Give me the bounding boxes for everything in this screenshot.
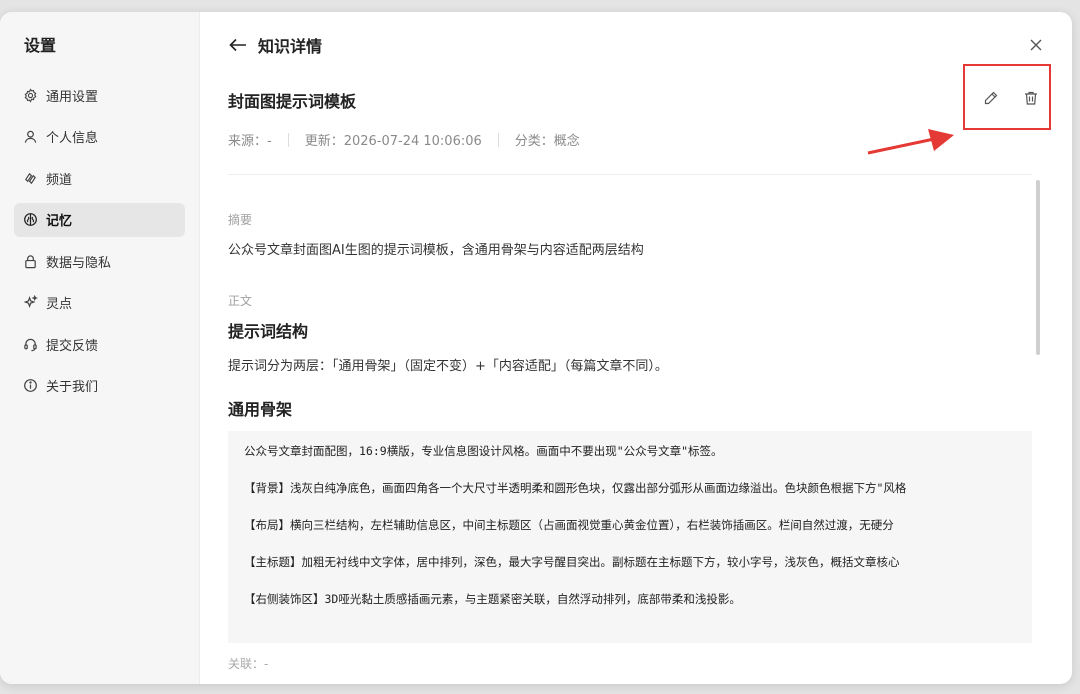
- code-line: 公众号文章封面配图，16:9横版，专业信息图设计风格。画面中不要出现"公众号文章…: [244, 444, 723, 458]
- heading-skeleton: 通用骨架: [228, 400, 293, 419]
- code-line: 【背景】浅灰白纯净底色，画面四角各一个大尺寸半透明柔和圆形色块，仅露出部分弧形从…: [244, 481, 907, 495]
- topbar: 知识详情: [228, 12, 1072, 78]
- pencil-icon: [984, 91, 998, 105]
- sidebar-item-privacy[interactable]: 数据与隐私: [14, 244, 185, 278]
- sidebar-item-general[interactable]: 通用设置: [14, 78, 185, 112]
- code-line: 【布局】横向三栏结构，左栏辅助信息区，中间主标题区（占画面视觉重心黄金位置），右…: [244, 518, 894, 532]
- heading-structure: 提示词结构: [228, 322, 309, 341]
- sidebar-item-memory[interactable]: 记忆: [14, 202, 185, 237]
- user-icon: [22, 129, 38, 145]
- edit-button[interactable]: [979, 86, 1003, 110]
- body-label: 正文: [228, 294, 253, 308]
- sidebar-item-channel[interactable]: 频道: [14, 161, 185, 195]
- structure-paragraph: 提示词分为两层：「通用骨架」（固定不变）+「内容适配」（每篇文章不同）。: [228, 359, 668, 374]
- meta-category: 分类：概念: [514, 134, 580, 149]
- trash-icon: [1025, 91, 1037, 105]
- related-field: 关联：-: [228, 657, 269, 671]
- doc-content: 摘要 公众号文章封面图AI生图的提示词模板，含通用骨架与内容适配两层结构 正文 …: [228, 175, 1032, 684]
- sidebar-item-about[interactable]: 关于我们: [14, 369, 185, 403]
- sidebar-item-sparks[interactable]: 灵点: [14, 286, 185, 320]
- info-icon: [22, 378, 38, 394]
- summary-label: 摘要: [228, 213, 253, 227]
- sidebar-item-label: 灵点: [46, 297, 73, 312]
- back-button[interactable]: [228, 35, 248, 55]
- arrow-left-icon: [229, 38, 246, 52]
- sparkle-icon: [22, 295, 38, 311]
- sidebar-item-label: 提交反馈: [46, 338, 99, 354]
- main-panel: 知识详情 封面图提示词模板 来源：- 更新：2026-07-24 10:06:0…: [200, 12, 1072, 684]
- sidebar-item-label: 通用设置: [46, 89, 99, 105]
- summary-text: 公众号文章封面图AI生图的提示词模板，含通用骨架与内容适配两层结构: [228, 243, 644, 258]
- sidebar-item-profile[interactable]: 个人信息: [14, 120, 185, 154]
- meta-divider: [287, 132, 289, 147]
- sidebar: 设置 通用设置 个人信息 频道 记忆 数据与隐私 灵点 提交反馈 关于我们: [0, 12, 200, 684]
- close-icon: [1030, 39, 1042, 51]
- meta-divider: [497, 132, 499, 147]
- sidebar-item-feedback[interactable]: 提交反馈: [14, 327, 185, 361]
- close-button[interactable]: [1026, 35, 1046, 55]
- sidebar-item-label: 关于我们: [46, 380, 99, 395]
- page-title: 知识详情: [258, 37, 323, 56]
- memory-icon: [22, 212, 38, 228]
- sidebar-item-label: 记忆: [46, 214, 73, 229]
- channel-icon: [22, 170, 38, 186]
- sidebar-item-label: 频道: [46, 172, 73, 188]
- meta-updated: 更新：2026-07-24 10:06:06: [304, 134, 482, 149]
- lock-icon: [22, 253, 38, 269]
- code-line: 【右侧装饰区】3D哑光黏土质感插画元素，与主题紧密关联，自然浮动排列，底部带柔和…: [244, 592, 741, 606]
- gear-icon: [22, 87, 38, 103]
- code-block: 公众号文章封面配图，16:9横版，专业信息图设计风格。画面中不要出现"公众号文章…: [228, 431, 1032, 643]
- sidebar-item-label: 个人信息: [46, 131, 99, 146]
- sidebar-item-label: 数据与隐私: [46, 255, 112, 271]
- scrollbar[interactable]: [1036, 180, 1040, 355]
- highlight-box: [963, 64, 1051, 130]
- delete-button[interactable]: [1019, 86, 1043, 110]
- headset-icon: [22, 336, 38, 352]
- sidebar-title: 设置: [24, 36, 57, 55]
- settings-window: 设置 通用设置 个人信息 频道 记忆 数据与隐私 灵点 提交反馈 关于我们 知识…: [0, 12, 1072, 684]
- code-line: 【主标题】加粗无衬线中文字体，居中排列，深色，最大字号醒目突出。副标题在主标题下…: [244, 555, 900, 569]
- annotation-arrow: [867, 129, 954, 155]
- meta-source: 来源：-: [228, 134, 272, 149]
- doc-title: 封面图提示词模板: [228, 92, 357, 111]
